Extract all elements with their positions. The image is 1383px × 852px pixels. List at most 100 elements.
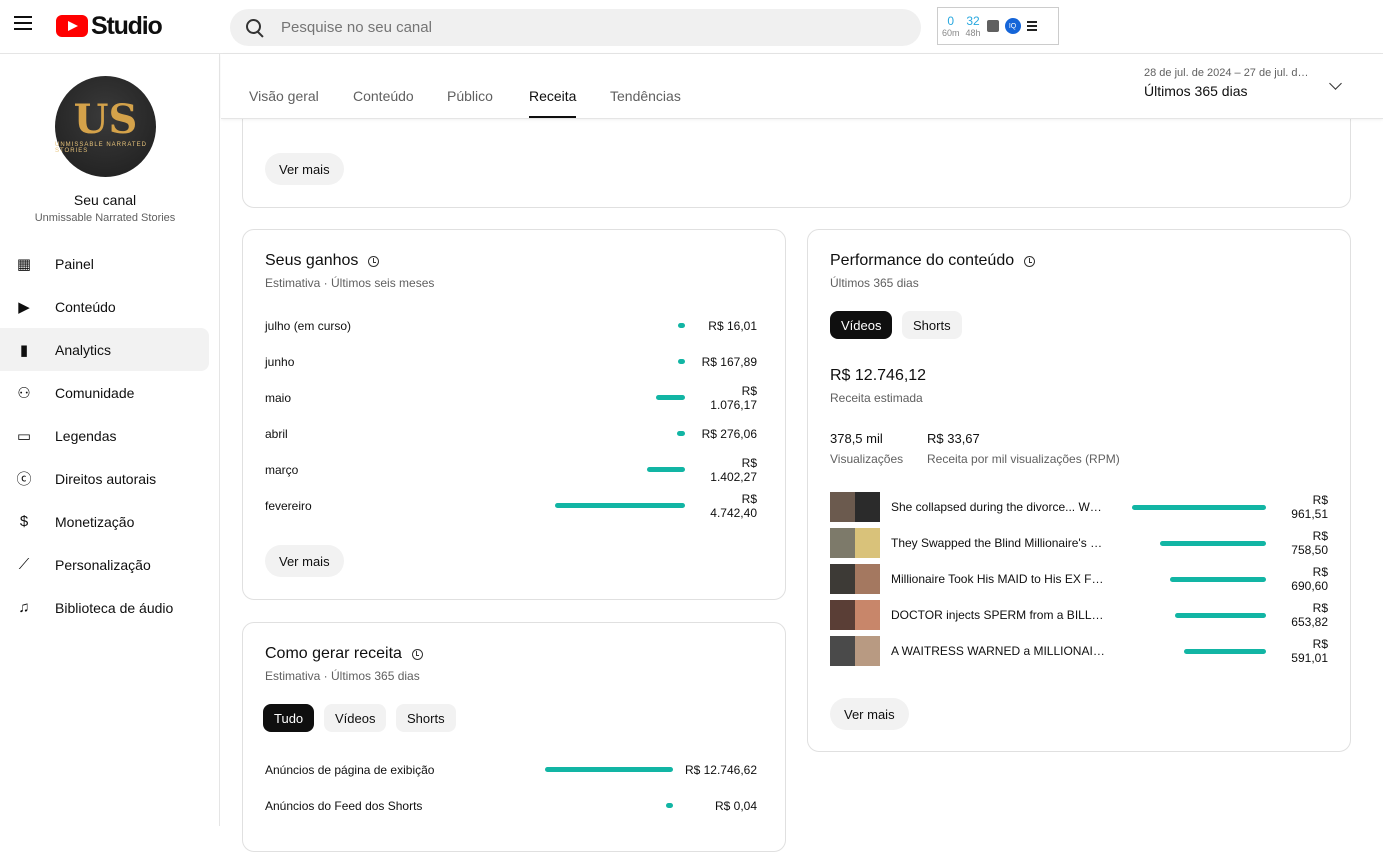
video-thumbnail[interactable] <box>830 564 880 594</box>
video-row[interactable]: They Swapped the Blind Millionaire's Bri… <box>830 528 1328 558</box>
video-row[interactable]: DOCTOR injects SPERM from a BILLIONAIRE R… <box>830 600 1328 630</box>
video-title[interactable]: They Swapped the Blind Millionaire's Bri… <box>891 536 1106 550</box>
revenue-source-value: R$ 12.746,62 <box>684 763 757 777</box>
earnings-bar-track <box>555 467 685 473</box>
date-range-label: Últimos 365 dias <box>1144 83 1248 99</box>
filter-chip-2[interactable]: Shorts <box>396 704 456 732</box>
date-range-selector[interactable]: 28 de jul. de 2024 – 27 de jul. de 2025 … <box>1144 67 1354 99</box>
tab-4[interactable]: Tendências <box>610 88 681 118</box>
earnings-bar-track <box>555 359 685 365</box>
sidebar-item-label: Analytics <box>55 341 112 358</box>
bar-chart-icon[interactable] <box>986 20 999 32</box>
tab-1[interactable]: Conteúdo <box>353 88 414 118</box>
earnings-bar <box>678 359 685 364</box>
iq-badge-icon[interactable]: IQ <box>1004 18 1021 34</box>
ext-stat-60m: 0 60m <box>942 13 960 38</box>
search-input[interactable] <box>281 19 881 36</box>
content-icon: ▶ <box>18 298 30 316</box>
tab-3[interactable]: Receita <box>529 88 577 118</box>
perf-filter-chip-1[interactable]: Shorts <box>902 311 962 339</box>
studio-logo[interactable]: Studio <box>56 11 163 40</box>
channel-title: Seu canal <box>73 192 137 208</box>
menu-icon[interactable] <box>1026 19 1037 33</box>
rpm-label: Receita por mil visualizações (RPM) <box>927 452 1120 466</box>
analytics-tabs-bar: Visão geral Conteúdo Público Receita Tendênc… <box>221 54 1383 119</box>
sidebar: US UNMISSABLE NARRATED STORIES Seu canal… <box>0 54 220 826</box>
perf-filter-chip-0[interactable]: Vídeos <box>830 311 893 339</box>
earnings-value: R$ 1.076,17 <box>710 384 757 412</box>
earnings-bar-track <box>555 503 685 509</box>
video-thumbnail[interactable] <box>830 528 880 558</box>
earnings-bar <box>555 503 685 508</box>
sidebar-item-content[interactable]: ▶ Conteúdo <box>0 285 209 328</box>
video-title[interactable]: Millionaire Took His MAID to His EX Fian… <box>891 572 1106 586</box>
performance-subtitle: Últimos 365 dias <box>830 276 919 290</box>
earnings-value: R$ 4.742,40 <box>710 492 757 520</box>
earnings-card: Seus ganhos Estimativa · Últimos seis me… <box>242 229 786 600</box>
hamburger-menu-icon[interactable] <box>14 16 34 36</box>
video-revenue: R$ 653,82 <box>1291 601 1328 629</box>
sidebar-item-label: Direitos autorais <box>55 470 157 487</box>
clock-icon[interactable] <box>368 255 380 267</box>
video-row[interactable]: Millionaire Took His MAID to His EX Fian… <box>830 564 1328 594</box>
video-title[interactable]: She collapsed during the divorce... What… <box>891 500 1106 514</box>
magic-wand-icon: ⟋ <box>18 556 30 573</box>
revenue-value: R$ 12.746,12 <box>830 367 927 384</box>
filter-chip-1[interactable]: Vídeos <box>324 704 387 732</box>
search-icon[interactable] <box>245 18 265 38</box>
sidebar-item-dollar[interactable]: $ Monetização <box>0 500 209 543</box>
earnings-bar-track <box>555 323 685 329</box>
filter-chip-0[interactable]: Tudo <box>263 704 315 732</box>
earnings-row: março R$ 1.402,27 <box>265 456 757 484</box>
clock-icon[interactable] <box>411 648 423 660</box>
video-row[interactable]: She collapsed during the divorce... What… <box>830 492 1328 522</box>
revenue-label: Receita estimada <box>830 391 923 405</box>
video-title[interactable]: A WAITRESS WARNED a MILLIONAIRE about <box>891 644 1106 658</box>
video-thumbnail[interactable] <box>830 600 880 630</box>
video-bar-track <box>1106 648 1266 654</box>
video-revenue: R$ 690,60 <box>1291 565 1328 593</box>
copyright-icon: ⓒ <box>16 471 32 488</box>
video-row[interactable]: A WAITRESS WARNED a MILLIONAIRE about R$ … <box>830 636 1328 666</box>
clock-icon[interactable] <box>1024 255 1036 267</box>
earnings-bar-track <box>555 395 685 401</box>
top-card-more-button[interactable]: Ver mais <box>265 153 344 185</box>
sidebar-item-copyright[interactable]: ⓒ Direitos autorais <box>0 457 209 500</box>
earnings-row: maio R$ 1.076,17 <box>265 384 757 412</box>
dollar-icon: $ <box>19 513 29 530</box>
video-revenue: R$ 591,01 <box>1291 637 1328 665</box>
video-thumbnail[interactable] <box>830 636 880 666</box>
earnings-row: abril R$ 276,06 <box>265 424 757 444</box>
tab-0[interactable]: Visão geral <box>249 88 319 118</box>
earnings-subtitle: Estimativa · Últimos seis meses <box>265 276 435 290</box>
analytics-icon: ▮ <box>19 341 29 359</box>
channel-avatar[interactable]: US UNMISSABLE NARRATED STORIES <box>55 76 156 177</box>
sidebar-item-audio-library[interactable]: ♫ Biblioteca de áudio <box>0 586 209 629</box>
sidebar-item-analytics[interactable]: ▮ Analytics <box>0 328 209 371</box>
earnings-month: abril <box>265 427 288 441</box>
sidebar-item-community[interactable]: ⚇ Comunidade <box>0 371 209 414</box>
earnings-month: março <box>265 463 299 477</box>
how-to-earn-subtitle: Estimativa · Últimos 365 dias <box>265 669 420 683</box>
sidebar-nav: ▦ Painel ▶ Conteúdo ▮ Analytics ⚇ Comunidade ▭ Le… <box>0 242 219 629</box>
sidebar-item-dashboard[interactable]: ▦ Painel <box>0 242 209 285</box>
video-title[interactable]: DOCTOR injects SPERM from a BILLIONAIRE <box>891 608 1106 622</box>
channel-name: Unmissable Narrated Stories <box>34 212 176 224</box>
video-thumbnail[interactable] <box>830 492 880 522</box>
performance-more-button[interactable]: Ver mais <box>830 698 909 730</box>
video-bar-track <box>1106 540 1266 546</box>
performance-card: Performance do conteúdo Últimos 365 dias… <box>807 229 1351 752</box>
search-bar[interactable] <box>230 9 921 46</box>
earnings-title: Seus ganhos <box>265 252 380 270</box>
avatar-logo-caption: UNMISSABLE NARRATED STORIES <box>55 141 147 154</box>
earnings-more-button[interactable]: Ver mais <box>265 545 344 577</box>
tab-2[interactable]: Público <box>447 88 493 118</box>
earnings-value: R$ 167,89 <box>701 355 757 369</box>
video-revenue: R$ 961,51 <box>1291 493 1328 521</box>
sidebar-item-subtitles[interactable]: ▭ Legendas <box>0 414 209 457</box>
extension-widget[interactable]: 0 60m 32 48h IQ <box>937 7 1059 45</box>
earnings-value: R$ 16,01 <box>708 319 757 333</box>
logo-text: Studio <box>91 11 163 40</box>
sidebar-item-magic-wand[interactable]: ⟋ Personalização <box>0 543 209 586</box>
sidebar-item-label: Comunidade <box>55 384 135 401</box>
